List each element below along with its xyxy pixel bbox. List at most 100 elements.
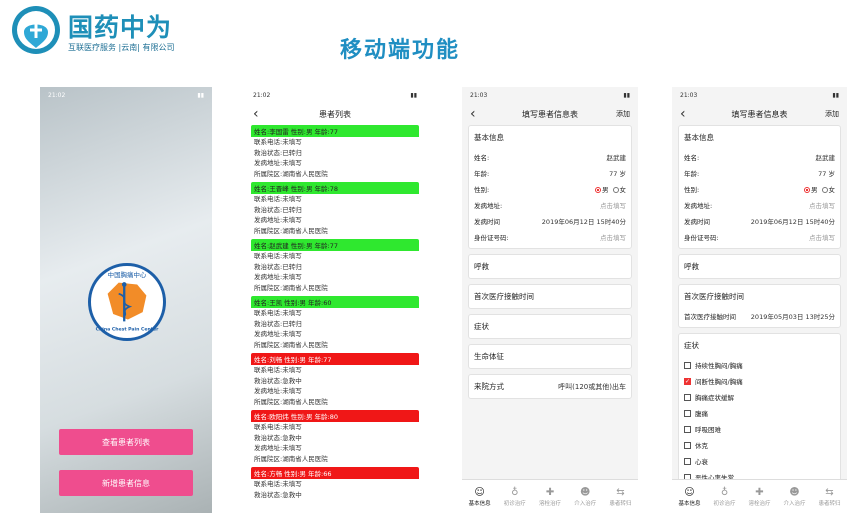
tab-label: 患者转归 [609, 500, 632, 507]
patient-rescue: 救治状态:已转归 [254, 148, 302, 157]
tab-5[interactable]: ⇆ 患者转归 [812, 480, 847, 513]
symptom-label: 持续性胸闷/胸痛 [695, 362, 743, 370]
patient-card[interactable]: 姓名:王凯 性别:男 年龄:60 联系电话:未填写 救治状态:已转归 发病地址:未填写… [251, 296, 419, 350]
age-value[interactable]: 77 岁 [609, 168, 626, 178]
radio-label: 男 [602, 186, 609, 194]
tab-label: 溶栓治疗 [748, 500, 771, 507]
symptom-option[interactable]: 持续性胸闷/胸痛 [679, 357, 840, 373]
section-title: 症状 [684, 341, 699, 350]
tab-2[interactable]: ♁ 初诊治疗 [497, 480, 532, 513]
fmc-section[interactable]: 首次医疗接触时间 [468, 284, 632, 309]
checkbox[interactable]: ✓ [684, 377, 691, 385]
onset-time-value[interactable]: 2019年06月12日 15时40分 [542, 216, 626, 226]
id-row: 身份证号码: 点击填写 [679, 229, 840, 248]
checkbox[interactable] [684, 457, 691, 465]
checkbox[interactable] [684, 361, 691, 369]
checkbox[interactable] [684, 393, 691, 401]
patient-addr: 发病地址:未填写 [254, 444, 302, 452]
patient-rescue: 救治状态:急救中 [254, 376, 302, 385]
male-radio[interactable] [595, 187, 601, 193]
logo-text-en: China Chest Pain Center [96, 327, 160, 333]
tab-4[interactable]: ☻ 介入治疗 [777, 480, 812, 513]
patient-phone: 联系电话:未填写 [254, 309, 302, 317]
symptom-option[interactable]: 腹痛 [679, 405, 840, 421]
patient-card[interactable]: 姓名:刘畅 性别:男 年龄:77 联系电话:未填写 救治状态:急救中 发病地址:未填写… [251, 353, 419, 407]
tab-label: 基本信息 [678, 500, 701, 507]
symptom-label: 呼吸困难 [695, 426, 721, 434]
name-value[interactable]: 赵武建 [607, 152, 627, 162]
tab-1[interactable]: ☺ 基本信息 [672, 480, 707, 513]
male-radio[interactable] [804, 187, 810, 193]
age-value[interactable]: 77 岁 [818, 168, 835, 178]
tab-2[interactable]: ♁ 初诊治疗 [707, 480, 742, 513]
patient-card[interactable]: 姓名:欧阳炜 性别:男 年龄:80 联系电话:未填写 救治状态:急救中 发病地址:未填… [251, 410, 419, 464]
id-row: 身份证号码: 点击填写 [469, 229, 631, 248]
status-time: 21:03 [470, 91, 488, 99]
id-input[interactable]: 点击填写 [809, 232, 835, 242]
symptom-option[interactable]: 胸痛症状缓解 [679, 389, 840, 405]
call-section[interactable]: 呼救 [468, 254, 632, 279]
tab-3[interactable]: ✚ 溶栓治疗 [532, 480, 567, 513]
view-patient-list-button[interactable]: 查看患者列表 [59, 429, 193, 455]
field-label: 年龄: [684, 170, 700, 178]
patient-addr: 发病地址:未填写 [254, 216, 302, 224]
id-input[interactable]: 点击填写 [600, 232, 626, 242]
radio-label: 男 [811, 186, 818, 194]
arrival-section[interactable]: 来院方式 呼叫(120或其他)出车 [468, 374, 632, 399]
transfer-icon: ⇆ [616, 486, 625, 498]
section-title: 首次医疗接触时间 [684, 292, 744, 301]
symptom-label: 胸痛症状缓解 [695, 394, 734, 402]
symptom-label: 腹痛 [695, 410, 708, 418]
patient-card[interactable]: 姓名:方畅 性别:男 年龄:66 联系电话:未填写 救治状态:急救中 [251, 467, 419, 500]
female-radio[interactable] [612, 187, 619, 193]
back-icon[interactable]: ‹ [470, 106, 484, 122]
field-label: 发病地址: [684, 202, 713, 210]
symptom-label: 心衰 [695, 458, 708, 466]
add-patient-button[interactable]: 新增患者信息 [59, 470, 193, 496]
tab-3[interactable]: ✚ 溶栓治疗 [742, 480, 777, 513]
onset-time-value[interactable]: 2019年06月12日 15时40分 [751, 216, 835, 226]
symptom-option[interactable]: 心衰 [679, 453, 840, 469]
patient-card[interactable]: 姓名:李国雷 性别:男 年龄:77 联系电话:未填写 救治状态:已转归 发病地址:未填… [251, 125, 419, 179]
symptom-option[interactable]: ✓ 间断性胸闷/胸痛 [679, 373, 840, 389]
battery-icon: ▮▮ [197, 91, 204, 99]
symptom-option[interactable]: 呼吸困难 [679, 421, 840, 437]
checkbox[interactable] [684, 425, 691, 433]
nav-bar: ‹ 患者列表 [245, 103, 425, 125]
status-bar: 21:03 ▮▮ [462, 87, 638, 103]
patient-phone: 联系电话:未填写 [254, 195, 302, 203]
field-label: 年龄: [474, 170, 490, 178]
add-button[interactable]: 添加 [825, 109, 839, 119]
vitals-section[interactable]: 生命体征 [468, 344, 632, 369]
symptom-option[interactable]: 休克 [679, 437, 840, 453]
back-icon[interactable]: ‹ [253, 106, 267, 122]
checkbox[interactable] [684, 409, 691, 417]
add-button[interactable]: 添加 [616, 109, 630, 119]
address-input[interactable]: 点击填写 [600, 200, 626, 210]
symptom-list: 持续性胸闷/胸痛 ✓ 间断性胸闷/胸痛 胸痛症状缓解 腹痛 呼吸困难 休克 心衰 恶性心率失常 [679, 357, 840, 485]
arrival-value[interactable]: 呼叫(120或其他)出车 [558, 382, 626, 392]
address-input[interactable]: 点击填写 [809, 200, 835, 210]
tab-4[interactable]: ☻ 介入治疗 [568, 480, 603, 513]
patient-card-header: 姓名:李国雷 性别:男 年龄:77 [251, 125, 419, 137]
chest-pain-center-logo: 中国胸痛中心 China Chest Pain Center [88, 263, 166, 341]
status-time: 21:02 [253, 91, 271, 99]
patient-card[interactable]: 姓名:王晋峰 性别:男 年龄:78 联系电话:未填写 救治状态:已转归 发病地址:未填… [251, 182, 419, 236]
tab-1[interactable]: ☺ 基本信息 [462, 480, 497, 513]
patient-card[interactable]: 姓名:赵武建 性别:男 年龄:77 联系电话:未填写 救治状态:已转归 发病地址:未填… [251, 239, 419, 293]
fmc-time-value[interactable]: 2019年05月03日 13时25分 [751, 311, 835, 321]
patient-rescue: 救治状态:已转归 [254, 205, 302, 214]
checkbox[interactable] [684, 441, 691, 449]
brand-mark-icon [12, 6, 60, 54]
back-icon[interactable]: ‹ [680, 106, 694, 122]
fmc-section[interactable]: 首次医疗接触时间 首次医疗接触时间 2019年05月03日 13时25分 [678, 284, 841, 328]
stethoscope-icon: ♁ [720, 486, 729, 498]
female-radio[interactable] [821, 187, 828, 193]
logo-text-cn: 中国胸痛中心 [108, 270, 147, 279]
symptom-section[interactable]: 症状 [468, 314, 632, 339]
tab-5[interactable]: ⇆ 患者转归 [603, 480, 638, 513]
call-section[interactable]: 呼救 [678, 254, 841, 279]
name-value[interactable]: 赵武建 [816, 152, 836, 162]
caduceus-map-icon: 中国胸痛中心 China Chest Pain Center [96, 270, 160, 333]
section-title: 症状 [474, 322, 489, 331]
